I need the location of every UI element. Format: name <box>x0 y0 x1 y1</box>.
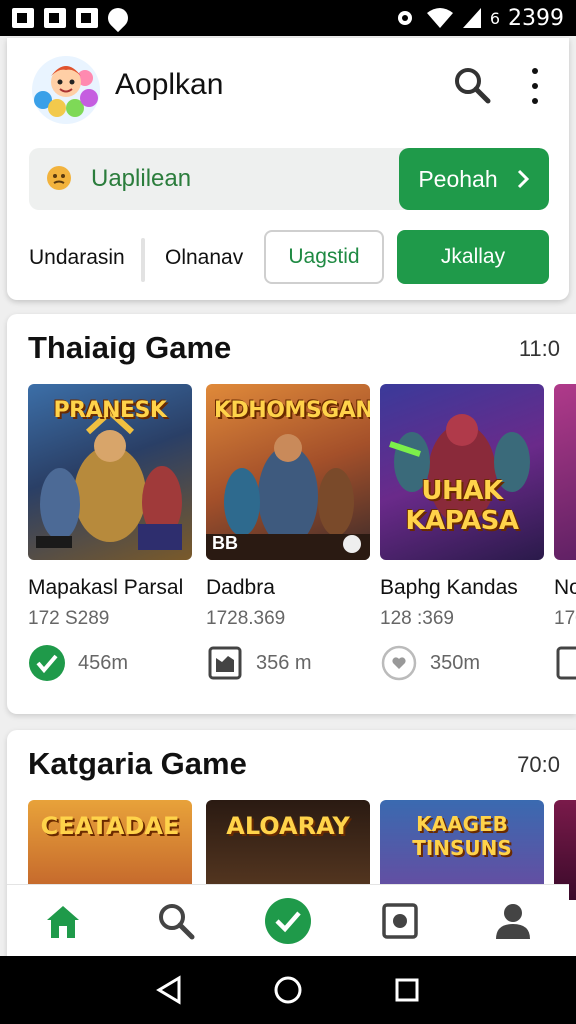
chevron-right-icon <box>517 169 529 189</box>
search-icon[interactable] <box>453 66 491 104</box>
notification-icon <box>44 8 66 28</box>
game-meta: 356 m <box>256 651 312 674</box>
game-artwork: KDHOMSGAN BB <box>206 384 370 560</box>
game-name: No <box>554 576 576 599</box>
filter-chips: Undarasin Olnanav Uagstid Jkallay <box>29 230 549 286</box>
game-artwork: PRANESK <box>28 384 192 560</box>
clock: 2399 <box>508 5 564 31</box>
check-circle-icon <box>28 644 66 682</box>
game-art-title: UHAK KAPASA <box>405 476 519 536</box>
game-subtitle: 170 <box>554 608 576 629</box>
header-card: Aoplkan Uaplilean Peohah Undarasin Olnan… <box>7 38 569 300</box>
promo-banner: Uaplilean Peohah <box>29 148 549 210</box>
heart-circle-icon <box>380 644 418 682</box>
section-count[interactable]: 11:0 <box>519 336 560 362</box>
promo-button[interactable]: Peohah <box>399 148 549 210</box>
game-name: Dadbra <box>206 576 275 599</box>
system-navigation <box>0 956 576 1024</box>
bluetooth-icon <box>397 11 412 25</box>
media-icon[interactable] <box>370 891 430 951</box>
game-name: Mapakasl Parsal <box>28 576 184 599</box>
game-card[interactable]: PRANESK Mapakasl Parsal 172 S289 456m <box>28 384 192 682</box>
wifi-icon <box>426 8 453 28</box>
chip-jkallay[interactable]: Jkallay <box>397 230 549 284</box>
game-art-title: KAAGEB TINSUNS <box>412 812 512 860</box>
check-icon[interactable] <box>258 891 318 951</box>
back-icon[interactable] <box>149 970 189 1010</box>
game-art-title: ALOARAY <box>226 812 350 840</box>
game-card[interactable]: No 170 <box>554 384 576 682</box>
more-options-icon[interactable] <box>527 68 543 104</box>
battery-text: 6 <box>489 8 500 28</box>
home-circle-icon[interactable] <box>268 970 308 1010</box>
app-title: Aoplkan <box>115 68 224 101</box>
image-icon <box>206 644 244 682</box>
section-thaiaig-game: Thaiaig Game 11:0 PRANESK Mapakasl Parsa… <box>7 314 576 714</box>
game-art-title: KDHOMSGAN <box>214 398 370 423</box>
status-bar: 6 2399 <box>0 0 576 36</box>
game-subtitle: 1728.369 <box>206 608 286 629</box>
app-logo-icon[interactable] <box>29 52 103 126</box>
profile-icon[interactable] <box>483 891 543 951</box>
signal-icon <box>462 8 481 28</box>
chip-olnanav[interactable]: Olnanav <box>165 246 243 270</box>
notification-icon <box>76 8 98 28</box>
game-meta: 456m <box>78 651 129 674</box>
game-card[interactable]: UHAK KAPASA Baphg Kandas 128 :369 350m <box>380 384 544 682</box>
chip-divider <box>141 238 145 282</box>
game-subtitle: 172 S289 <box>28 608 110 629</box>
game-card[interactable]: KDHOMSGAN BB Dadbra 1728.369 356 m <box>206 384 370 682</box>
recents-icon[interactable] <box>387 970 427 1010</box>
home-icon[interactable] <box>33 891 93 951</box>
game-artwork: UHAK KAPASA <box>380 384 544 560</box>
emoji-icon <box>47 166 71 190</box>
promo-text: Uaplilean <box>91 165 192 192</box>
notification-icon <box>12 8 34 28</box>
promo-button-label: Peohah <box>418 165 498 192</box>
section-title: Katgaria Game <box>28 746 247 781</box>
search-icon[interactable] <box>146 891 206 951</box>
game-subtitle: 128 :369 <box>380 608 454 629</box>
game-art-title: PRANESK <box>53 398 167 423</box>
chip-undarasin[interactable]: Undarasin <box>29 246 125 270</box>
game-art-tag: BB <box>212 533 238 553</box>
location-icon <box>103 3 133 33</box>
game-artwork <box>554 384 576 560</box>
game-name: Baphg Kandas <box>380 576 518 599</box>
section-title: Thaiaig Game <box>28 330 232 365</box>
section-count[interactable]: 70:0 <box>517 752 560 778</box>
game-meta: 350m <box>430 651 481 674</box>
image-icon <box>554 644 576 682</box>
chip-uagstid[interactable]: Uagstid <box>264 230 384 284</box>
bottom-navigation <box>7 884 569 956</box>
game-art-title: CEATADAE <box>40 812 180 840</box>
